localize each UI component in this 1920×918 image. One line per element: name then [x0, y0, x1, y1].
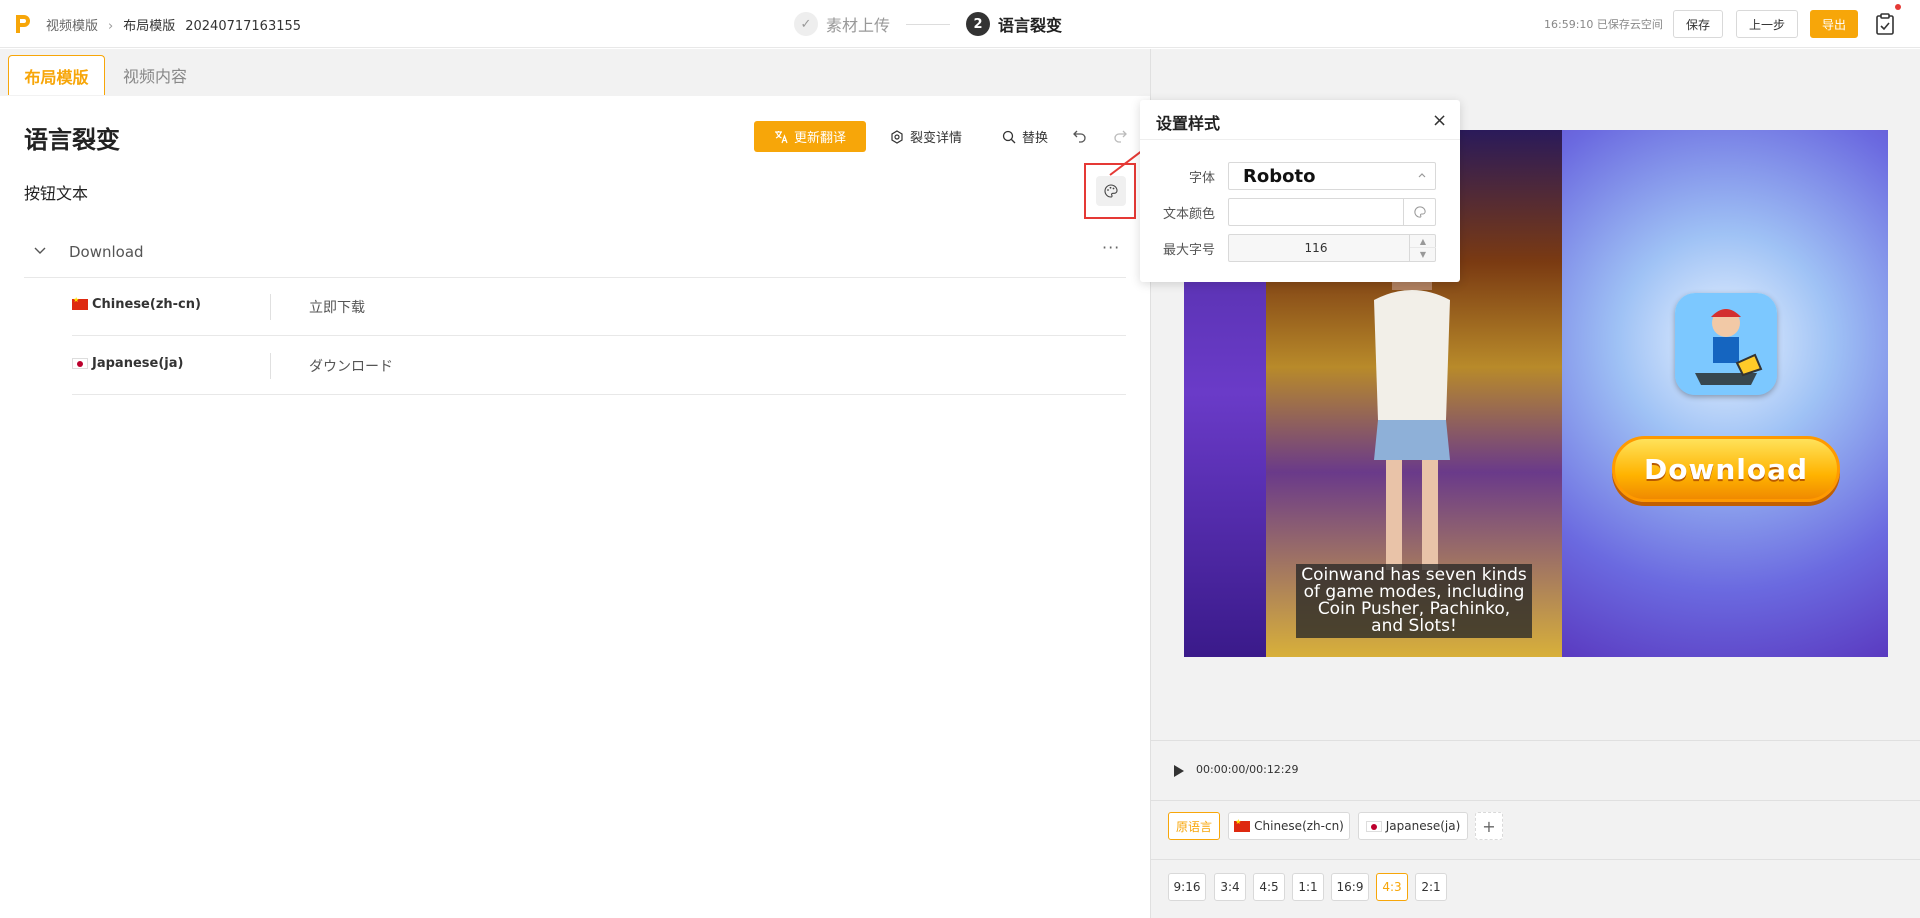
- step-upload-label: 素材上传: [826, 16, 891, 35]
- max-size-label: 最大字号: [1162, 243, 1215, 258]
- tab-layout-template[interactable]: 布局模版: [8, 55, 105, 95]
- palette-icon: [1413, 206, 1426, 218]
- group-label: Download: [69, 243, 144, 261]
- flag-cn-icon: [1234, 818, 1251, 832]
- subtitle-caption: Coinwand has seven kinds of game modes, …: [1296, 564, 1532, 638]
- lang-tab-original[interactable]: 原语言: [1168, 812, 1220, 840]
- column-divider: [270, 294, 271, 320]
- aspect-ratio-bar: 9:16 3:4 4:5 1:1 16:9 4:3 2:1: [1151, 859, 1920, 918]
- breadcrumb-current: 布局模版: [123, 19, 176, 34]
- prev-step-button[interactable]: 上一步: [1736, 10, 1798, 38]
- app-icon: [1675, 293, 1777, 395]
- ratio-4-5[interactable]: 4:5: [1253, 873, 1285, 901]
- ratio-3-4[interactable]: 3:4: [1214, 873, 1246, 901]
- step-number: 2: [966, 12, 991, 36]
- ratio-2-1[interactable]: 2:1: [1415, 873, 1447, 901]
- lang-tab-label: Chinese(zh-cn): [1254, 819, 1344, 833]
- step-upload[interactable]: ✓ 素材上传: [794, 12, 890, 36]
- step-language-label: 语言裂变: [998, 16, 1063, 35]
- split-detail-button[interactable]: 裂变详情: [890, 127, 962, 146]
- tab-video-content[interactable]: 视频内容: [108, 55, 202, 95]
- ratio-1-1[interactable]: 1:1: [1292, 873, 1324, 901]
- player-bar: 00:00:00/00:12:29: [1151, 740, 1920, 800]
- step-indicator: ✓ 素材上传 2 语言裂变: [794, 11, 1062, 37]
- translation-value[interactable]: ダウンロード: [309, 356, 393, 376]
- max-font-size-input[interactable]: 116 ▲ ▼: [1228, 234, 1436, 262]
- close-icon[interactable]: ×: [1432, 110, 1447, 131]
- table-row: Chinese(zh-cn) 立即下载: [72, 278, 1126, 336]
- ratio-9-16[interactable]: 9:16: [1168, 873, 1206, 901]
- breadcrumb: 视频模版 › 布局模版 20240717163155: [46, 15, 301, 34]
- popup-header: 设置样式 ×: [1140, 100, 1460, 140]
- split-detail-label: 裂变详情: [910, 131, 963, 146]
- check-icon: ✓: [794, 12, 818, 36]
- settings-icon: [891, 129, 903, 144]
- save-status: 16:59:10 已保存云空间: [1544, 18, 1663, 31]
- replace-label: 替换: [1022, 131, 1049, 146]
- chevron-right-icon: ›: [108, 19, 114, 34]
- save-button[interactable]: 保存: [1673, 10, 1723, 38]
- text-color-label: 文本颜色: [1162, 207, 1215, 222]
- step-language: 2 语言裂变: [966, 12, 1062, 36]
- table-row: Japanese(ja) ダウンロード: [72, 337, 1126, 395]
- translation-value[interactable]: 立即下载: [309, 297, 365, 317]
- clipboard-check-icon[interactable]: [1874, 12, 1896, 36]
- lang-tab-label: Japanese(ja): [1385, 819, 1461, 833]
- chevron-up-icon: [1418, 173, 1426, 178]
- notification-dot: [1895, 4, 1901, 10]
- style-settings-popup: 设置样式 × 字体 Roboto 文本颜色 最大字号 116 ▲ ▼: [1140, 100, 1460, 282]
- playback-time: 00:00:00/00:12:29: [1196, 763, 1299, 776]
- max-font-size-value: 116: [1304, 241, 1328, 255]
- search-icon: [1002, 130, 1016, 143]
- number-stepper[interactable]: ▲ ▼: [1409, 235, 1436, 261]
- language-label: Japanese(ja): [92, 356, 184, 371]
- language-tabs: 原语言 Chinese(zh-cn) Japanese(ja) +: [1151, 800, 1920, 858]
- popup-title: 设置样式: [1156, 114, 1221, 133]
- section-title: 按钮文本: [24, 184, 89, 203]
- flag-jp-icon: [72, 358, 88, 369]
- flag-cn-icon: [72, 296, 88, 310]
- group-download: Download ···: [24, 230, 1126, 278]
- left-panel: [0, 49, 1150, 918]
- add-language-button[interactable]: +: [1475, 812, 1503, 840]
- ratio-4-3[interactable]: 4:3: [1376, 873, 1408, 901]
- increment-icon[interactable]: ▲: [1410, 235, 1436, 248]
- more-icon[interactable]: ···: [1102, 238, 1120, 257]
- update-translation-button[interactable]: 更新翻译: [754, 121, 866, 152]
- replace-button[interactable]: 替换: [1002, 127, 1048, 146]
- language-label: Chinese(zh-cn): [92, 297, 201, 312]
- font-select-value: Roboto: [1243, 166, 1316, 187]
- ratio-16-9[interactable]: 16:9: [1331, 873, 1369, 901]
- export-button[interactable]: 导出: [1810, 10, 1858, 38]
- translate-icon: [774, 130, 788, 143]
- language-name: Chinese(zh-cn): [72, 296, 201, 312]
- text-color-input[interactable]: [1228, 198, 1436, 226]
- chevron-down-icon[interactable]: [32, 242, 48, 258]
- logo-icon: [12, 12, 32, 36]
- preview-download-button: Download: [1612, 436, 1840, 502]
- breadcrumb-root[interactable]: 视频模版: [46, 19, 98, 34]
- lang-tab-zh-cn[interactable]: Chinese(zh-cn): [1228, 812, 1350, 840]
- flag-jp-icon: [1365, 820, 1382, 832]
- page-title: 语言裂变: [24, 126, 120, 154]
- font-label: 字体: [1188, 171, 1215, 186]
- update-translation-label: 更新翻译: [793, 131, 846, 146]
- color-picker-button[interactable]: [1403, 199, 1435, 225]
- play-icon[interactable]: [1173, 764, 1185, 778]
- lang-tab-ja[interactable]: Japanese(ja): [1358, 812, 1468, 840]
- undo-icon[interactable]: [1072, 127, 1088, 143]
- step-divider: [906, 23, 951, 25]
- language-name: Japanese(ja): [72, 356, 183, 371]
- column-divider: [270, 353, 271, 379]
- font-select[interactable]: Roboto: [1228, 162, 1436, 190]
- decrement-icon[interactable]: ▼: [1410, 248, 1436, 261]
- project-id: 20240717163155: [185, 19, 302, 34]
